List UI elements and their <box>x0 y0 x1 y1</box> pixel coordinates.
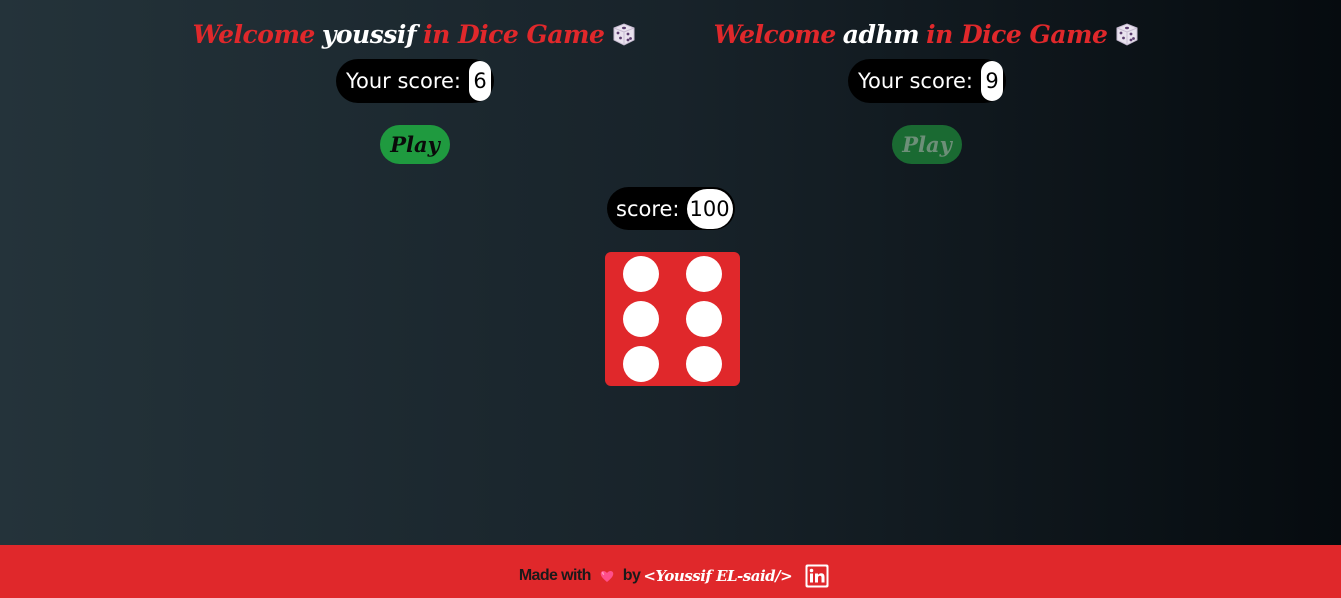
score-value: 6 <box>469 61 491 101</box>
made-with-text: Made with <box>518 566 592 584</box>
die <box>605 252 740 386</box>
welcome-heading: Welcome youssif in Dice Game <box>193 16 638 52</box>
score-label: Your score: <box>857 69 973 93</box>
player-one-panel: Welcome youssif in Dice Game Your score:… <box>193 16 635 164</box>
target-score-label: score: <box>616 196 680 221</box>
linkedin-icon[interactable] <box>805 564 829 588</box>
score-value: 9 <box>981 61 1003 101</box>
die-pip <box>623 301 659 337</box>
die-pip <box>686 256 722 292</box>
die-pip <box>623 346 659 382</box>
welcome-heading: Welcome adhm in Dice Game <box>714 16 1141 52</box>
welcome-prefix: Welcome <box>192 19 316 49</box>
score-label: Your score: <box>345 69 461 93</box>
player-two-panel: Welcome adhm in Dice Game Your score: 9 … <box>712 16 1142 164</box>
die-pip <box>686 301 722 337</box>
dice-icon <box>1114 21 1140 47</box>
welcome-suffix: in Dice Game <box>423 19 605 49</box>
player-score-display: Your score: 6 <box>335 59 494 103</box>
by-text: by <box>622 566 641 584</box>
welcome-suffix: in Dice Game <box>926 19 1108 49</box>
play-button[interactable]: Play <box>380 125 450 164</box>
player-score-display: Your score: 9 <box>847 59 1006 103</box>
play-button[interactable]: Play <box>892 125 962 164</box>
die-pip <box>686 346 722 382</box>
player-name: youssif <box>321 19 417 49</box>
target-score-display: score: 100 <box>607 187 735 230</box>
author-name: <Youssif EL-said/> <box>643 566 793 585</box>
heart-icon <box>599 568 615 584</box>
die-pip <box>623 256 659 292</box>
target-score-value: 100 <box>686 188 733 229</box>
dice-icon <box>611 21 637 47</box>
footer: Made with by <Youssif EL-said/> <box>0 545 1341 598</box>
player-name: adhm <box>842 19 920 49</box>
welcome-prefix: Welcome <box>713 19 837 49</box>
